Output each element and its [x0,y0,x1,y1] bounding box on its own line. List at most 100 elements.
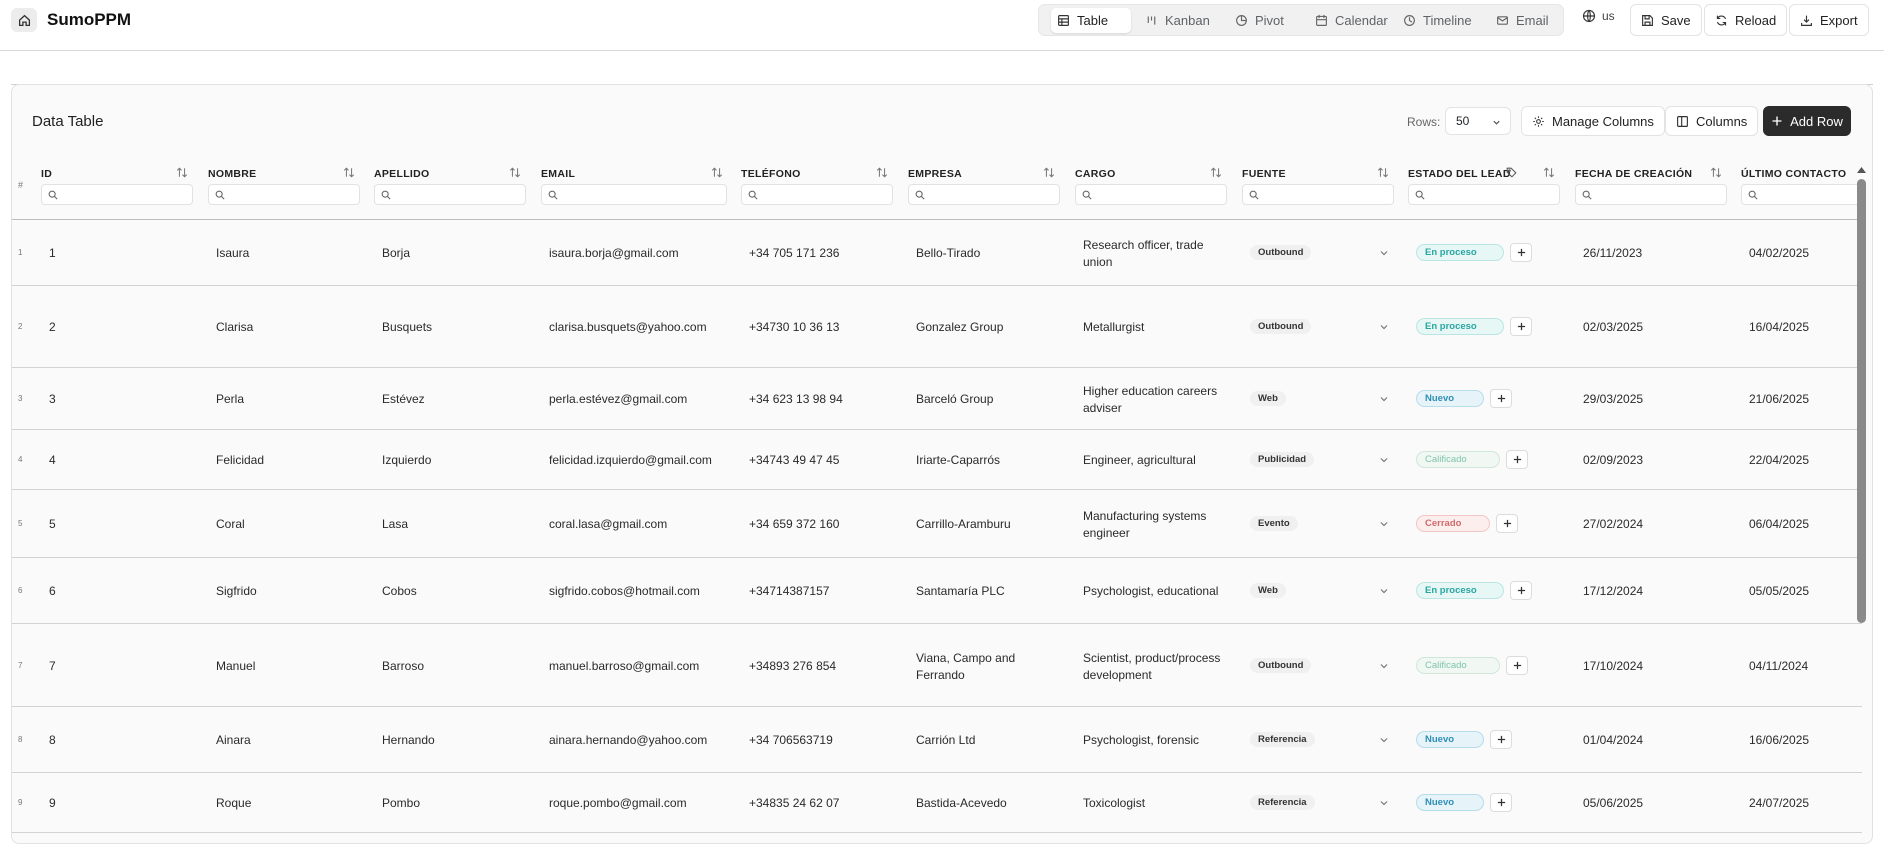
add-tag-button[interactable] [1506,450,1528,469]
columns-button[interactable]: Columns [1665,106,1759,136]
chevron-down-icon[interactable] [1379,519,1389,529]
add-tag-button[interactable] [1496,514,1518,533]
sort-icon[interactable] [1710,167,1722,178]
manage-columns-button[interactable]: Manage Columns [1521,106,1665,136]
add-row-button[interactable]: Add Row [1763,106,1851,136]
tab-calendar[interactable]: Calendar [1309,8,1394,33]
status-badge[interactable]: En proceso [1416,582,1504,599]
sort-icon[interactable] [509,167,521,178]
table-row[interactable]: 1 1 Isaura Borja isaura.borja@gmail.com +34 7… [12,220,1862,286]
tab-kanban[interactable]: Kanban [1139,8,1216,33]
sort-icon[interactable] [1377,167,1389,178]
plus-icon [1497,735,1506,744]
column-filter-input[interactable] [374,184,526,205]
cell-nombre: Felicidad [216,453,265,467]
reload-button[interactable]: Reload [1704,4,1788,36]
column-filter-input[interactable] [1242,184,1394,205]
column-header-label[interactable]: APELLIDO [374,168,429,180]
chevron-down-icon[interactable] [1379,322,1389,332]
cell-cargo: Psychologist, educational [1083,584,1219,598]
table-row[interactable]: 3 3 Perla Estévez perla.estévez@gmail.com +34… [12,368,1862,430]
column-header-label[interactable]: TELÉFONO [741,168,801,180]
tab-table[interactable]: Table [1051,8,1131,33]
chevron-down-icon[interactable] [1379,798,1389,808]
add-tag-button[interactable] [1510,581,1532,600]
add-tag-button[interactable] [1490,389,1512,408]
table-row[interactable]: 4 4 Felicidad Izquierdo felicidad.izquierdo@… [12,430,1862,490]
table-header: # ID NOMBRE APELLIDO EMAIL TELÉFONO EMPRESA CA… [12,154,1862,220]
column-header-label[interactable]: FUENTE [1242,168,1286,180]
scrollbar-thumb[interactable] [1857,179,1866,623]
column-filter-input[interactable] [1741,184,1861,205]
status-badge[interactable]: En proceso [1416,244,1504,261]
chevron-down-icon[interactable] [1379,394,1389,404]
tab-pivot[interactable]: Pivot [1229,8,1290,33]
sort-icon[interactable] [876,167,888,178]
table-row[interactable]: 7 7 Manuel Barroso manuel.barroso@gmail.com +… [12,624,1862,707]
cell-apellido: Barroso [382,659,425,673]
top-bar: SumoPPM Table Kanban Pivot Calendar Time… [0,0,1884,51]
export-button[interactable]: Export [1789,4,1869,36]
add-tag-button[interactable] [1490,730,1512,749]
rows-per-page-select[interactable]: 50 [1445,107,1511,135]
status-badge[interactable]: En proceso [1416,318,1504,335]
column-header-label[interactable]: ESTADO DEL LEAD [1408,168,1511,180]
table-row[interactable]: 8 8 Ainara Hernando ainara.hernando@yahoo.co… [12,707,1862,773]
tab-email[interactable]: Email [1490,8,1555,33]
sort-icon[interactable] [711,167,723,178]
column-header-label[interactable]: ID [41,168,52,180]
sort-icon[interactable] [176,167,188,178]
rows-value: 50 [1456,114,1470,128]
status-badge[interactable]: Cerrado [1416,515,1490,532]
column-filter-input[interactable] [908,184,1060,205]
vertical-scrollbar[interactable] [1856,165,1867,805]
language-code: us [1602,9,1615,23]
sort-icon[interactable] [343,167,355,178]
source-badge: Web [1250,391,1286,406]
chevron-down-icon[interactable] [1379,248,1389,258]
column-filter-input[interactable] [41,184,193,205]
status-badge[interactable]: Nuevo [1416,794,1484,811]
tab-timeline[interactable]: Timeline [1397,8,1478,33]
clock-icon [1403,14,1423,27]
status-badge[interactable]: Calificado [1416,657,1500,674]
save-button[interactable]: Save [1630,4,1702,36]
status-badge[interactable]: Nuevo [1416,731,1484,748]
row-number: 1 [18,248,23,257]
table-row[interactable]: 6 6 Sigfrido Cobos sigfrido.cobos@hotmail.co… [12,558,1862,624]
chevron-down-icon[interactable] [1379,586,1389,596]
rownum-header: # [18,180,24,190]
chevron-down-icon[interactable] [1379,661,1389,671]
chevron-down-icon[interactable] [1379,735,1389,745]
table-row[interactable]: 9 9 Roque Pombo roque.pombo@gmail.com +34835 … [12,773,1862,833]
column-header-label[interactable]: ÚLTIMO CONTACTO [1741,168,1846,180]
sort-icon[interactable] [1210,167,1222,178]
table-row[interactable]: 5 5 Coral Lasa coral.lasa@gmail.com +34 659 3… [12,490,1862,558]
chevron-down-icon[interactable] [1379,455,1389,465]
column-filter-input[interactable] [1575,184,1727,205]
cell-empresa: Iriarte-Caparrós [916,453,1001,467]
column-filter-input[interactable] [1075,184,1227,205]
add-tag-button[interactable] [1506,656,1528,675]
home-button[interactable] [11,8,37,32]
column-filter-input[interactable] [741,184,893,205]
sort-icon[interactable] [1543,167,1555,178]
column-header-label[interactable]: NOMBRE [208,168,256,180]
plus-icon [1503,519,1512,528]
column-filter-input[interactable] [1408,184,1560,205]
column-header-label[interactable]: EMAIL [541,168,575,180]
status-badge[interactable]: Nuevo [1416,390,1484,407]
sort-icon[interactable] [1043,167,1055,178]
column-header-label[interactable]: EMPRESA [908,168,962,180]
manage-columns-label: Manage Columns [1552,113,1654,129]
column-header-label[interactable]: FECHA DE CREACIÓN [1575,168,1692,180]
column-filter-input[interactable] [208,184,360,205]
add-tag-button[interactable] [1510,243,1532,262]
table-row[interactable]: 2 2 Clarisa Busquets clarisa.busquets@yahoo.… [12,286,1862,368]
add-tag-button[interactable] [1510,317,1532,336]
language-selector[interactable]: us [1582,9,1615,23]
column-filter-input[interactable] [541,184,727,205]
status-badge[interactable]: Calificado [1416,451,1500,468]
column-header-label[interactable]: CARGO [1075,168,1116,180]
add-tag-button[interactable] [1490,793,1512,812]
